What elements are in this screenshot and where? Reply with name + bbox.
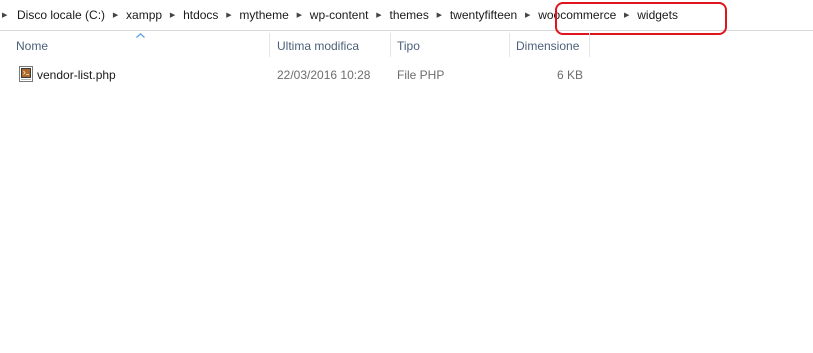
column-header-size[interactable]: Dimensione — [510, 33, 590, 57]
php-file-icon — [19, 66, 33, 82]
chevron-right-icon[interactable]: ▶ — [221, 5, 236, 25]
breadcrumb-item-woocommerce[interactable]: woocommerce — [535, 5, 619, 25]
chevron-right-icon[interactable]: ▶ — [0, 5, 14, 25]
file-row[interactable]: vendor-list.php 22/03/2016 10:28 File PH… — [10, 64, 590, 86]
breadcrumb-item-twentyfifteen[interactable]: twentyfifteen — [447, 5, 520, 25]
file-date-modified: 22/03/2016 10:28 — [277, 68, 371, 82]
breadcrumb-item-widgets[interactable]: widgets — [634, 5, 681, 25]
chevron-right-icon[interactable]: ▶ — [108, 5, 123, 25]
breadcrumb-item-themes[interactable]: themes — [386, 5, 431, 25]
chevron-right-icon[interactable]: ▶ — [165, 5, 180, 25]
breadcrumb-item-xampp[interactable]: xampp — [123, 5, 165, 25]
file-size: 6 KB — [556, 68, 583, 82]
column-header-name[interactable]: Nome — [10, 33, 270, 57]
file-name: vendor-list.php — [37, 68, 116, 82]
breadcrumb-item-wp-content[interactable]: wp-content — [307, 5, 372, 25]
address-bar[interactable]: ▶ Disco locale (C:) ▶ xampp ▶ htdocs ▶ m… — [0, 0, 813, 31]
chevron-right-icon[interactable]: ▶ — [371, 5, 386, 25]
chevron-right-icon[interactable]: ▶ — [432, 5, 447, 25]
breadcrumb-item-disco-locale[interactable]: Disco locale (C:) — [14, 5, 108, 25]
breadcrumb: ▶ Disco locale (C:) ▶ xampp ▶ htdocs ▶ m… — [0, 5, 681, 25]
chevron-right-icon[interactable]: ▶ — [619, 5, 634, 25]
chevron-right-icon[interactable]: ▶ — [520, 5, 535, 25]
file-explorer-window: ▶ Disco locale (C:) ▶ xampp ▶ htdocs ▶ m… — [0, 0, 813, 353]
breadcrumb-item-htdocs[interactable]: htdocs — [180, 5, 221, 25]
file-type: File PHP — [397, 68, 445, 82]
chevron-right-icon[interactable]: ▶ — [292, 5, 307, 25]
breadcrumb-item-mytheme[interactable]: mytheme — [236, 5, 291, 25]
column-header-type[interactable]: Tipo — [391, 33, 510, 57]
column-header-date-modified[interactable]: Ultima modifica — [271, 33, 391, 57]
